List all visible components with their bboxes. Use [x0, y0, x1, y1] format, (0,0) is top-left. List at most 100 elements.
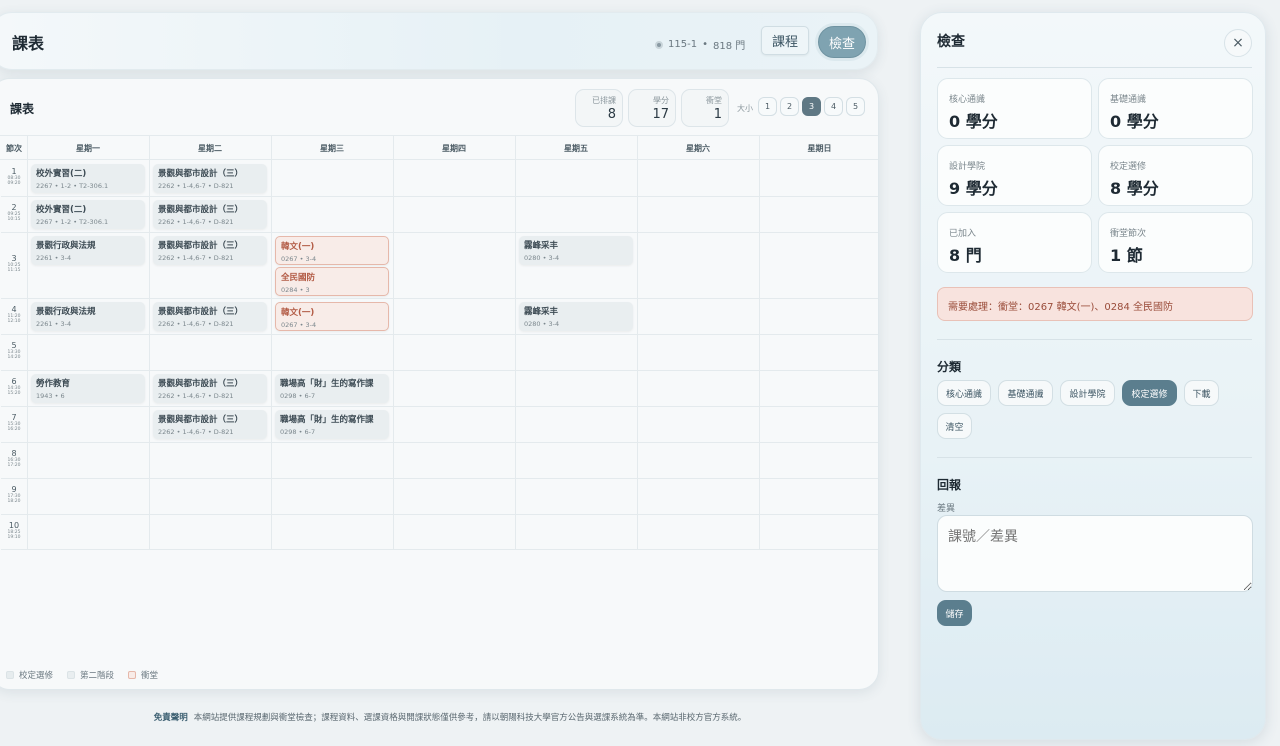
course-block[interactable]: 景觀行政與法規 2261 • 3-4 — [31, 236, 145, 265]
diff-input[interactable] — [937, 515, 1253, 592]
nav-courses-button[interactable]: 課程 — [761, 26, 809, 55]
legend-item: 衝堂 — [128, 669, 158, 681]
download-button[interactable]: 下載 — [1184, 380, 1219, 406]
metric-value: 0 學分 — [949, 112, 998, 131]
period-end-time: 17:20 — [7, 463, 21, 468]
course-block[interactable]: 霧峰采丰 0280 • 3-4 — [519, 236, 633, 265]
close-icon[interactable]: × — [1224, 29, 1252, 57]
grid-row-line — [1, 370, 878, 371]
course-meta: 1943 • 6 — [36, 392, 65, 400]
course-block[interactable]: 韓文(一) 0267 • 3-4 — [275, 236, 389, 265]
legend-label: 第二階段 — [80, 671, 115, 681]
nav-check-button[interactable]: 檢查 — [818, 26, 866, 58]
period-number: 3 — [11, 254, 17, 263]
course-meta: 2261 • 3-4 — [36, 254, 72, 262]
diff-label: 差異 — [937, 504, 956, 514]
disclaimer: 免責聲明 本網站提供課程規劃與衝堂檢查；課程資料、選課資格與開課狀態僅供參考，請以… — [0, 711, 900, 723]
period-label: 9 17:30 18:20 — [3, 485, 25, 504]
course-block[interactable]: 景觀與都市設計（三） 2262 • 1-4,6-7 • D-821 — [153, 410, 267, 439]
metric-label: 基礎通識 — [1110, 95, 1147, 105]
grid-column-line — [759, 135, 760, 549]
course-name: 韓文(一) — [281, 242, 315, 252]
course-block[interactable]: 勞作教育 1943 • 6 — [31, 374, 145, 403]
period-end-time: 16:20 — [7, 427, 21, 432]
course-block[interactable]: 校外實習(二) 2267 • 1-2 • T2-306.1 — [31, 200, 145, 229]
status-dot-icon — [655, 40, 663, 49]
stat-label: 學分 — [653, 96, 669, 105]
metric-label: 設計學院 — [949, 162, 986, 172]
clear-button[interactable]: 清空 — [937, 413, 972, 439]
course-meta: 0280 • 3-4 — [524, 320, 560, 328]
period-label: 1 08:30 09:20 — [3, 167, 25, 186]
save-button[interactable]: 儲存 — [937, 600, 972, 626]
period-number: 4 — [11, 305, 17, 314]
grid-column-line — [515, 135, 516, 549]
period-label: 3 10:25 11:15 — [3, 254, 25, 273]
divider — [937, 67, 1252, 68]
grid-row-line — [1, 334, 878, 335]
course-block[interactable]: 景觀與都市設計（三） 2262 • 1-4,6-7 • D-821 — [153, 200, 267, 229]
period-number: 10 — [8, 520, 20, 530]
size-option-4[interactable]: 4 — [824, 97, 843, 116]
course-meta: 0280 • 3-4 — [524, 254, 560, 262]
course-name: 校外實習(二) — [36, 169, 87, 179]
period-label: 7 15:30 16:20 — [3, 413, 25, 432]
period-label: 8 16:30 17:20 — [3, 449, 25, 468]
category-title: 分類 — [937, 360, 962, 374]
legend-item: 第二階段 — [67, 669, 114, 681]
grid-row-line — [1, 298, 878, 299]
course-block[interactable]: 景觀與都市設計（三） 2262 • 1-4,6-7 • D-821 — [153, 374, 267, 403]
stat-credits: 學分 17 — [628, 89, 676, 127]
course-block[interactable]: 校外實習(二) 2267 • 1-2 • T2-306.1 — [31, 164, 145, 193]
period-end-time: 15:20 — [7, 391, 21, 396]
course-block[interactable]: 韓文(一) 0267 • 3-4 — [275, 302, 389, 331]
app-title: 課表 — [12, 34, 45, 53]
size-option-2[interactable]: 2 — [780, 97, 799, 116]
size-option-3[interactable]: 3 — [802, 97, 821, 116]
day-header: 星期六 — [686, 143, 710, 153]
stat-conflicts: 衝堂 1 — [681, 89, 729, 127]
conflict-alert: 需要處理：衝堂：0267 韓文(一)、0284 全民國防 — [937, 287, 1253, 321]
day-header: 星期五 — [564, 143, 588, 153]
course-meta: 0267 • 3-4 — [281, 321, 317, 329]
course-count: 818 門 — [712, 41, 746, 52]
term-separator: • — [702, 39, 708, 50]
course-meta: 0298 • 6-7 — [280, 392, 316, 400]
course-block[interactable]: 職場高「財」生的寫作課 0298 • 6-7 — [275, 410, 389, 439]
category-design-college[interactable]: 設計學院 — [1060, 380, 1115, 406]
day-header: 星期二 — [198, 143, 222, 153]
course-meta: 0284 • 3 — [281, 286, 310, 294]
legend-swatch — [67, 671, 76, 679]
day-header: 星期三 — [320, 143, 344, 153]
course-name: 景觀行政與法規 — [36, 307, 96, 317]
course-meta: 2261 • 3-4 — [36, 320, 72, 328]
course-block[interactable]: 全民國防 0284 • 3 — [275, 267, 389, 296]
category-school-elective[interactable]: 校定選修 — [1122, 380, 1177, 406]
course-name: 景觀與都市設計（三） — [158, 241, 244, 251]
category-basic-gen-ed[interactable]: 基礎通識 — [998, 380, 1053, 406]
course-block[interactable]: 景觀與都市設計（三） 2262 • 1-4,6-7 • D-821 — [153, 164, 267, 193]
course-block[interactable]: 職場高「財」生的寫作課 0298 • 6-7 — [275, 374, 389, 403]
course-meta: 2262 • 1-4,6-7 • D-821 — [158, 182, 234, 190]
stat-value: 17 — [652, 107, 669, 122]
category-core-gen-ed[interactable]: 核心通識 — [937, 380, 991, 406]
course-name: 景觀與都市設計（三） — [158, 307, 244, 317]
course-block[interactable]: 景觀與都市設計（三） 2262 • 1-4,6-7 • D-821 — [153, 302, 267, 331]
metric-label: 衝堂節次 — [1110, 229, 1147, 239]
course-name: 景觀與都市設計（三） — [158, 415, 244, 425]
course-block[interactable]: 景觀與都市設計（三） 2262 • 1-4,6-7 • D-821 — [153, 236, 267, 265]
period-number: 1 — [11, 167, 17, 176]
course-meta: 2267 • 1-2 • T2-306.1 — [36, 182, 109, 190]
course-block[interactable]: 霧峰采丰 0280 • 3-4 — [519, 302, 633, 331]
legend: 校定選修 第二階段 衝堂 — [6, 669, 158, 681]
size-option-1[interactable]: 1 — [758, 97, 777, 116]
course-name: 景觀與都市設計（三） — [158, 379, 244, 389]
period-label: 6 14:30 15:20 — [3, 377, 25, 396]
metric-label: 已加入 — [949, 229, 977, 239]
course-block[interactable]: 景觀行政與法規 2261 • 3-4 — [31, 302, 145, 331]
grid-row-line — [1, 196, 878, 197]
metric-added: 已加入 8 門 — [937, 212, 1092, 273]
metric-conflict-periods: 衝堂節次 1 節 — [1098, 212, 1253, 273]
size-option-5[interactable]: 5 — [846, 97, 865, 116]
schedule-card: 課表 已排課 8 學分 17 衝堂 1 大小 1 2 3 4 5 節次 星期一 星期… — [0, 78, 879, 690]
